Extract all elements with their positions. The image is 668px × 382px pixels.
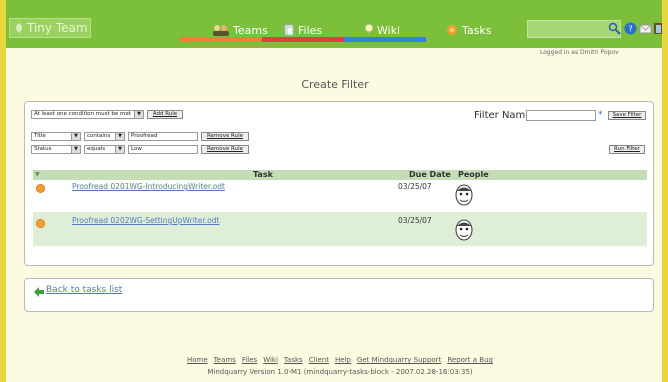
rule-value-input[interactable]: Proofread: [128, 132, 198, 141]
filter-name-label: Filter Name: [474, 110, 532, 121]
teams-icon: [213, 25, 229, 36]
svg-text:?: ?: [628, 25, 632, 34]
footer-links: Home Teams Files Wiki Tasks Client Help …: [170, 356, 510, 364]
back-panel: [24, 278, 654, 312]
footer-link-client[interactable]: Client: [309, 356, 329, 364]
condition-mode-select[interactable]: At least one condition must be met ▼: [31, 110, 144, 119]
footer-link-wiki[interactable]: Wiki: [263, 356, 278, 364]
nav-tasks-label: Tasks: [462, 23, 492, 37]
results-table-header: ▼ Task Due Date People: [33, 170, 647, 180]
footer-link-tasks[interactable]: Tasks: [284, 356, 303, 364]
add-rule-button[interactable]: Add Rule: [147, 110, 183, 119]
nav-files-underline: [262, 37, 344, 42]
task-status-icon: [36, 184, 45, 193]
nav-tasks[interactable]: Tasks: [446, 20, 491, 40]
person-avatar-icon: [455, 184, 473, 206]
wiki-bulb-icon: [365, 24, 373, 35]
chevron-down-icon: ▼: [115, 133, 124, 140]
rule-operator-select[interactable]: equals ▼: [84, 145, 125, 154]
footer-link-report-bug[interactable]: Report a Bug: [447, 356, 493, 364]
help-icon[interactable]: ?: [624, 22, 637, 35]
chevron-down-icon: ▼: [134, 111, 143, 118]
save-filter-button[interactable]: Save Filter: [608, 111, 646, 120]
nav-wiki-label: Wiki: [377, 23, 401, 37]
back-to-tasks-link[interactable]: Back to tasks list: [46, 285, 122, 295]
mail-icon[interactable]: [639, 22, 652, 35]
footer-link-help[interactable]: Help: [335, 356, 351, 364]
column-header-people: People: [458, 170, 489, 179]
nav-teams-label: Teams: [233, 23, 268, 37]
rule-field-value: Title: [34, 133, 46, 139]
logout-icon[interactable]: [652, 22, 665, 35]
remove-rule-button[interactable]: Remove Rule: [201, 132, 249, 141]
footer-link-home[interactable]: Home: [187, 356, 208, 364]
remove-rule-button[interactable]: Remove Rule: [201, 145, 249, 154]
rule-operator-value: equals: [87, 146, 106, 152]
rule-field-value: Status: [34, 146, 52, 152]
task-due-date: 03/25/07: [398, 216, 432, 225]
rule-value-input[interactable]: Low: [128, 145, 198, 154]
nav-wiki-underline: [344, 37, 426, 42]
nav-teams-underline: [180, 37, 262, 42]
rule-operator-value: contains: [87, 133, 111, 139]
footer-link-support[interactable]: Get Mindquarry Support: [357, 356, 441, 364]
team-name: Tiny Team: [27, 21, 88, 35]
condition-mode-value: At least one condition must be met: [34, 111, 131, 117]
leaf-icon: [16, 23, 22, 33]
team-logo[interactable]: Tiny Team: [9, 18, 91, 38]
required-mark: *: [598, 110, 603, 120]
task-link[interactable]: Proofread 0202WG-SettingUpWriter.odt: [72, 216, 219, 225]
search-input[interactable]: [527, 20, 621, 38]
footer-link-teams[interactable]: Teams: [214, 356, 236, 364]
person-avatar-icon: [455, 219, 473, 241]
filter-name-input[interactable]: [526, 110, 596, 121]
task-status-icon: [36, 219, 45, 228]
column-header-task[interactable]: Task: [253, 170, 273, 180]
rule-operator-select[interactable]: contains ▼: [84, 132, 125, 141]
footer-link-files[interactable]: Files: [242, 356, 257, 364]
page-title: Create Filter: [301, 78, 369, 91]
back-arrow-icon[interactable]: [34, 287, 44, 297]
logged-in-status: Logged in as Dmitri Popov: [540, 49, 619, 56]
version-info: Mindquarry Version 1.0-M1 (mindquarry-ta…: [207, 368, 473, 376]
nav-files-label: Files: [298, 23, 323, 37]
task-link[interactable]: Proofread 0201WG-IntroducingWriter.odt: [72, 182, 225, 191]
chevron-down-icon: ▼: [71, 133, 80, 140]
files-icon: [284, 24, 294, 36]
tasks-icon: [447, 25, 457, 35]
search-icon[interactable]: [608, 22, 621, 35]
column-header-due-date[interactable]: Due Date: [409, 170, 451, 180]
run-filter-button[interactable]: Run Filter: [609, 145, 645, 154]
chevron-down-icon: ▼: [115, 146, 124, 153]
chevron-down-icon: ▼: [71, 146, 80, 153]
sort-arrow-icon[interactable]: ▼: [35, 170, 40, 180]
rule-field-select[interactable]: Title ▼: [31, 132, 81, 141]
rule-field-select[interactable]: Status ▼: [31, 145, 81, 154]
task-due-date: 03/25/07: [398, 182, 432, 191]
